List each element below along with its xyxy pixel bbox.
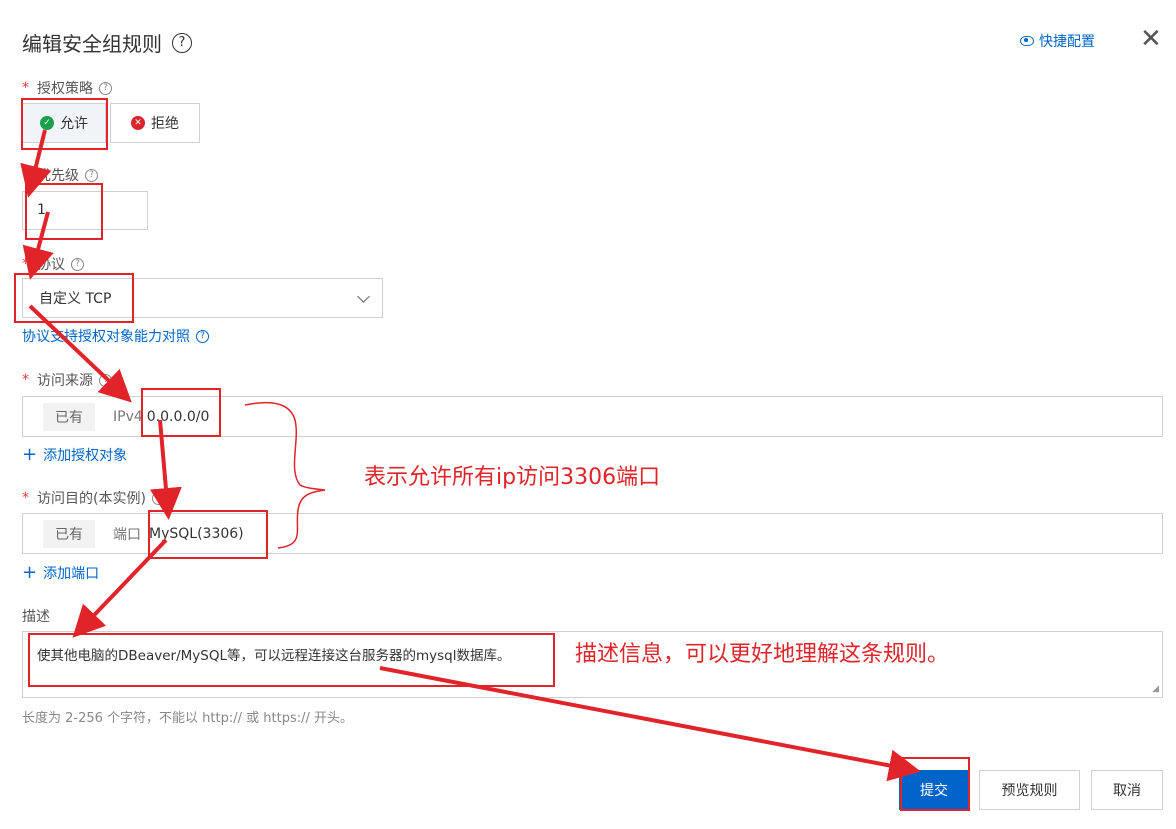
protocol-capability-link[interactable]: 协议支持授权对象能力对照 ? bbox=[22, 326, 209, 346]
policy-label-text: 授权策略 bbox=[37, 81, 93, 97]
dialog-title: 编辑安全组规则 ? bbox=[22, 28, 192, 57]
required-mark: * bbox=[22, 372, 29, 388]
required-mark: * bbox=[22, 80, 29, 96]
destination-label-text: 访问目的(本实例) bbox=[37, 491, 146, 507]
preview-rule-button[interactable]: 预览规则 bbox=[979, 770, 1080, 810]
plus-icon: + bbox=[22, 444, 38, 465]
annotation-box-protocol bbox=[14, 273, 134, 323]
cancel-button[interactable]: 取消 bbox=[1091, 770, 1163, 810]
annotation-box-priority bbox=[25, 183, 103, 240]
description-label: 描述 bbox=[22, 606, 50, 626]
help-icon[interactable]: ? bbox=[99, 373, 112, 387]
description-hint: 长度为 2-256 个字符，不能以 http:// 或 https:// 开头。 bbox=[22, 711, 353, 726]
priority-label: * 优先级 ? bbox=[22, 165, 98, 185]
annotation-box-source bbox=[141, 388, 221, 437]
add-port-label: 添加端口 bbox=[43, 566, 100, 582]
plus-icon: + bbox=[22, 562, 38, 583]
add-source-link[interactable]: + 添加授权对象 bbox=[22, 445, 127, 465]
help-icon[interactable]: ? bbox=[71, 257, 84, 271]
policy-label: * 授权策略 ? bbox=[22, 78, 112, 98]
priority-label-text: 优先级 bbox=[37, 168, 79, 184]
annotation-box-policy bbox=[21, 98, 108, 150]
x-circle-icon: ✕ bbox=[131, 116, 145, 130]
required-mark: * bbox=[22, 256, 29, 272]
help-icon[interactable]: ? bbox=[99, 81, 112, 95]
protocol-capability-label: 协议支持授权对象能力对照 bbox=[22, 329, 190, 345]
required-mark: * bbox=[22, 167, 29, 183]
policy-deny-label: 拒绝 bbox=[151, 116, 179, 132]
existing-tag: 已有 bbox=[43, 402, 95, 431]
close-icon[interactable]: ✕ bbox=[1140, 26, 1162, 52]
chevron-down-icon bbox=[357, 289, 370, 303]
destination-type: 端口 bbox=[113, 526, 141, 543]
protocol-label-text: 协议 bbox=[37, 257, 65, 273]
policy-deny-button[interactable]: ✕ 拒绝 bbox=[110, 103, 200, 143]
quick-config-label: 快捷配置 bbox=[1039, 34, 1095, 50]
destination-label: * 访问目的(本实例) ? bbox=[22, 488, 165, 508]
add-source-label: 添加授权对象 bbox=[43, 448, 128, 464]
resize-handle-icon[interactable]: ◢ bbox=[1152, 684, 1159, 694]
quick-config-link[interactable]: 快捷配置 bbox=[1020, 31, 1095, 51]
source-label: * 访问来源 ? bbox=[22, 370, 112, 390]
existing-tag: 已有 bbox=[43, 519, 95, 548]
add-port-link[interactable]: + 添加端口 bbox=[22, 563, 99, 583]
required-mark: * bbox=[22, 490, 29, 506]
description-label-text: 描述 bbox=[22, 609, 50, 625]
annotation-box-destination bbox=[148, 510, 268, 559]
help-icon[interactable]: ? bbox=[85, 168, 98, 182]
help-icon[interactable]: ? bbox=[151, 491, 165, 505]
annotation-box-description bbox=[28, 633, 555, 687]
eye-icon bbox=[1020, 36, 1034, 46]
annotation-note-description: 描述信息，可以更好地理解这条规则。 bbox=[575, 642, 950, 667]
protocol-label: * 协议 ? bbox=[22, 254, 84, 274]
source-type: IPv4 bbox=[113, 408, 143, 425]
dialog-title-text: 编辑安全组规则 bbox=[22, 32, 162, 56]
help-icon[interactable]: ? bbox=[172, 32, 192, 53]
annotation-note-access: 表示允许所有ip访问3306端口 bbox=[364, 465, 661, 490]
annotation-box-submit bbox=[900, 757, 970, 811]
help-icon: ? bbox=[196, 329, 209, 343]
source-label-text: 访问来源 bbox=[37, 373, 93, 389]
